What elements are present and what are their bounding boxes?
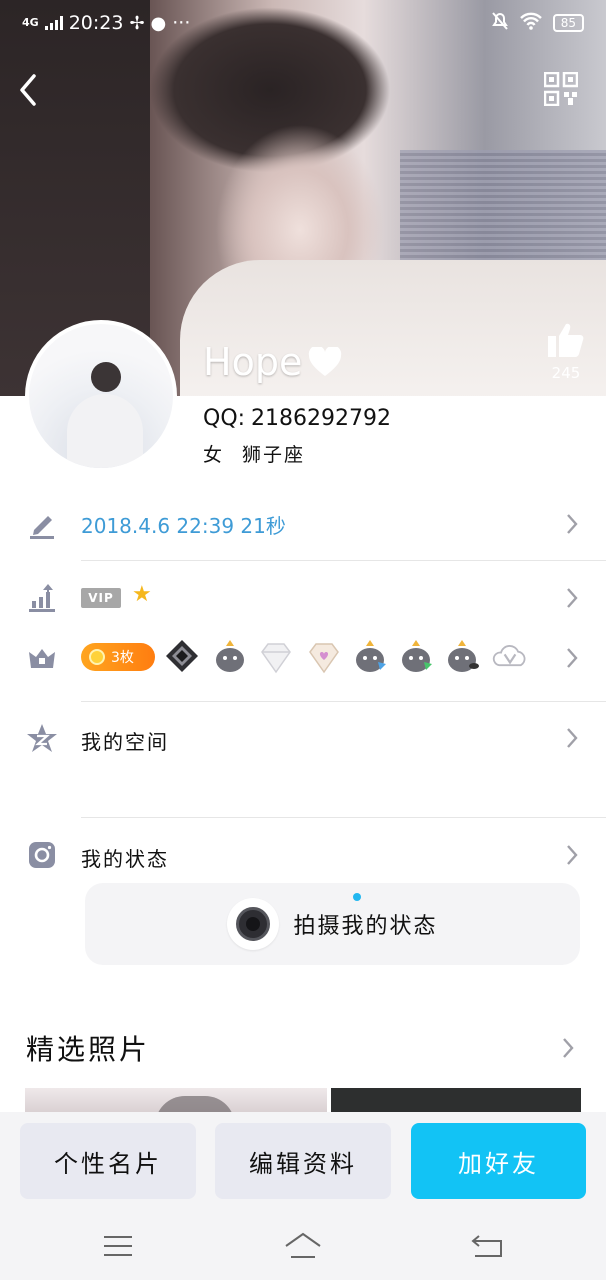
chevron-right-icon — [567, 514, 578, 534]
chevron-right-icon — [567, 845, 578, 865]
crown-icon — [29, 649, 55, 668]
thumbs-up-icon — [548, 323, 584, 357]
my-space-label: 我的空间 — [81, 730, 169, 754]
penguin-medal-dark-icon — [448, 640, 479, 672]
clock: 20:23 — [68, 12, 124, 34]
penguin-medal-green-icon — [402, 640, 432, 672]
add-friend-button[interactable]: 加好友 — [411, 1123, 586, 1199]
camera-lens-icon — [227, 898, 280, 950]
more-notifications: ··· — [172, 12, 191, 34]
chevron-right-icon — [563, 1038, 574, 1058]
like-button[interactable]: 245 — [544, 322, 588, 382]
avatar[interactable] — [25, 320, 177, 472]
nickname-text: Hope — [203, 340, 303, 384]
cover-background-detail — [400, 150, 606, 270]
return-icon — [471, 1235, 502, 1257]
home-icon — [285, 1232, 321, 1258]
white-diamond-icon — [261, 643, 291, 674]
badges-row[interactable]: 3枚 — [0, 636, 606, 680]
mute-icon — [491, 11, 509, 36]
penguin-medal-blue-icon — [356, 640, 386, 672]
gender-zodiac-line: 女狮子座 — [203, 440, 305, 467]
back-button[interactable] — [14, 70, 48, 110]
chevron-right-icon — [567, 728, 578, 748]
star-icon: ★ — [132, 582, 152, 607]
featured-photo[interactable] — [25, 1088, 327, 1114]
featured-photos-link[interactable] — [560, 1036, 584, 1064]
vip-row[interactable]: VIP ★ — [0, 580, 606, 616]
my-status-row[interactable]: 我的状态 — [0, 837, 606, 873]
capture-status-button[interactable]: 拍摄我的状态 — [85, 883, 580, 965]
action-bar: 个性名片 编辑资料 加好友 — [0, 1112, 606, 1216]
menu-icon — [104, 1236, 132, 1256]
coin-count: 3枚 — [111, 650, 134, 666]
growth-chart-icon — [29, 584, 55, 612]
edit-pencil-icon — [30, 516, 54, 539]
penguin-medal-icon — [216, 640, 244, 672]
back-arrow-icon — [20, 74, 36, 106]
zodiac: 狮子座 — [242, 444, 306, 466]
vip-badge: VIP — [81, 588, 121, 608]
chevron-right-icon — [567, 648, 578, 668]
network-type: 4G — [22, 16, 39, 29]
gender: 女 — [203, 444, 225, 466]
chevron-right-icon — [567, 588, 578, 608]
featured-photos-title: 精选照片 — [26, 1033, 151, 1066]
divider — [81, 817, 606, 818]
signal-icon — [44, 16, 63, 30]
battery-indicator: 85 — [552, 14, 584, 32]
qq-label: QQ: — [203, 406, 246, 431]
wifi-icon — [519, 12, 543, 35]
menu-button[interactable] — [98, 1230, 138, 1262]
qq-number-line: QQ: 2186292792 — [203, 406, 391, 431]
camera-status-icon — [29, 842, 55, 868]
capture-status-label: 拍摄我的状态 — [293, 914, 438, 939]
qr-code-button[interactable] — [543, 71, 579, 107]
signature-date: 2018.4.6 22:39 21秒 — [81, 513, 286, 538]
avatar-figure-head — [91, 362, 121, 392]
divider — [81, 701, 606, 702]
nickname: Hope — [203, 340, 342, 384]
app-notification-icon: ● — [150, 12, 167, 34]
featured-photo[interactable] — [331, 1088, 581, 1114]
new-dot-indicator — [353, 893, 361, 901]
signature-row[interactable]: 2018.4.6 22:39 21秒 — [0, 504, 606, 544]
heart-diamond-icon — [309, 643, 339, 674]
v-cloud-icon — [492, 645, 526, 667]
edit-profile-button[interactable]: 编辑资料 — [215, 1123, 391, 1199]
qzone-star-icon — [27, 724, 57, 752]
system-nav-bar — [0, 1216, 606, 1280]
my-status-label: 我的状态 — [81, 847, 169, 871]
black-diamond-medal-icon — [166, 640, 198, 672]
divider — [81, 560, 606, 561]
featured-photos-strip — [25, 1088, 581, 1114]
qr-code-icon — [543, 71, 579, 107]
avatar-figure-body — [67, 394, 143, 468]
fan-icon: ✢ — [129, 12, 145, 34]
status-bar: 4G 20:23 ✢ ● ··· 85 — [0, 0, 606, 46]
like-count: 245 — [551, 364, 581, 382]
qq-number: 2186292792 — [251, 406, 392, 431]
profile-card-button[interactable]: 个性名片 — [20, 1123, 196, 1199]
heart-icon — [309, 347, 342, 376]
my-space-row[interactable]: 我的空间 — [0, 720, 606, 756]
back-nav-button[interactable] — [467, 1230, 507, 1262]
coin-icon — [89, 649, 105, 665]
home-button[interactable] — [283, 1230, 323, 1262]
coin-badge: 3枚 — [81, 643, 155, 671]
